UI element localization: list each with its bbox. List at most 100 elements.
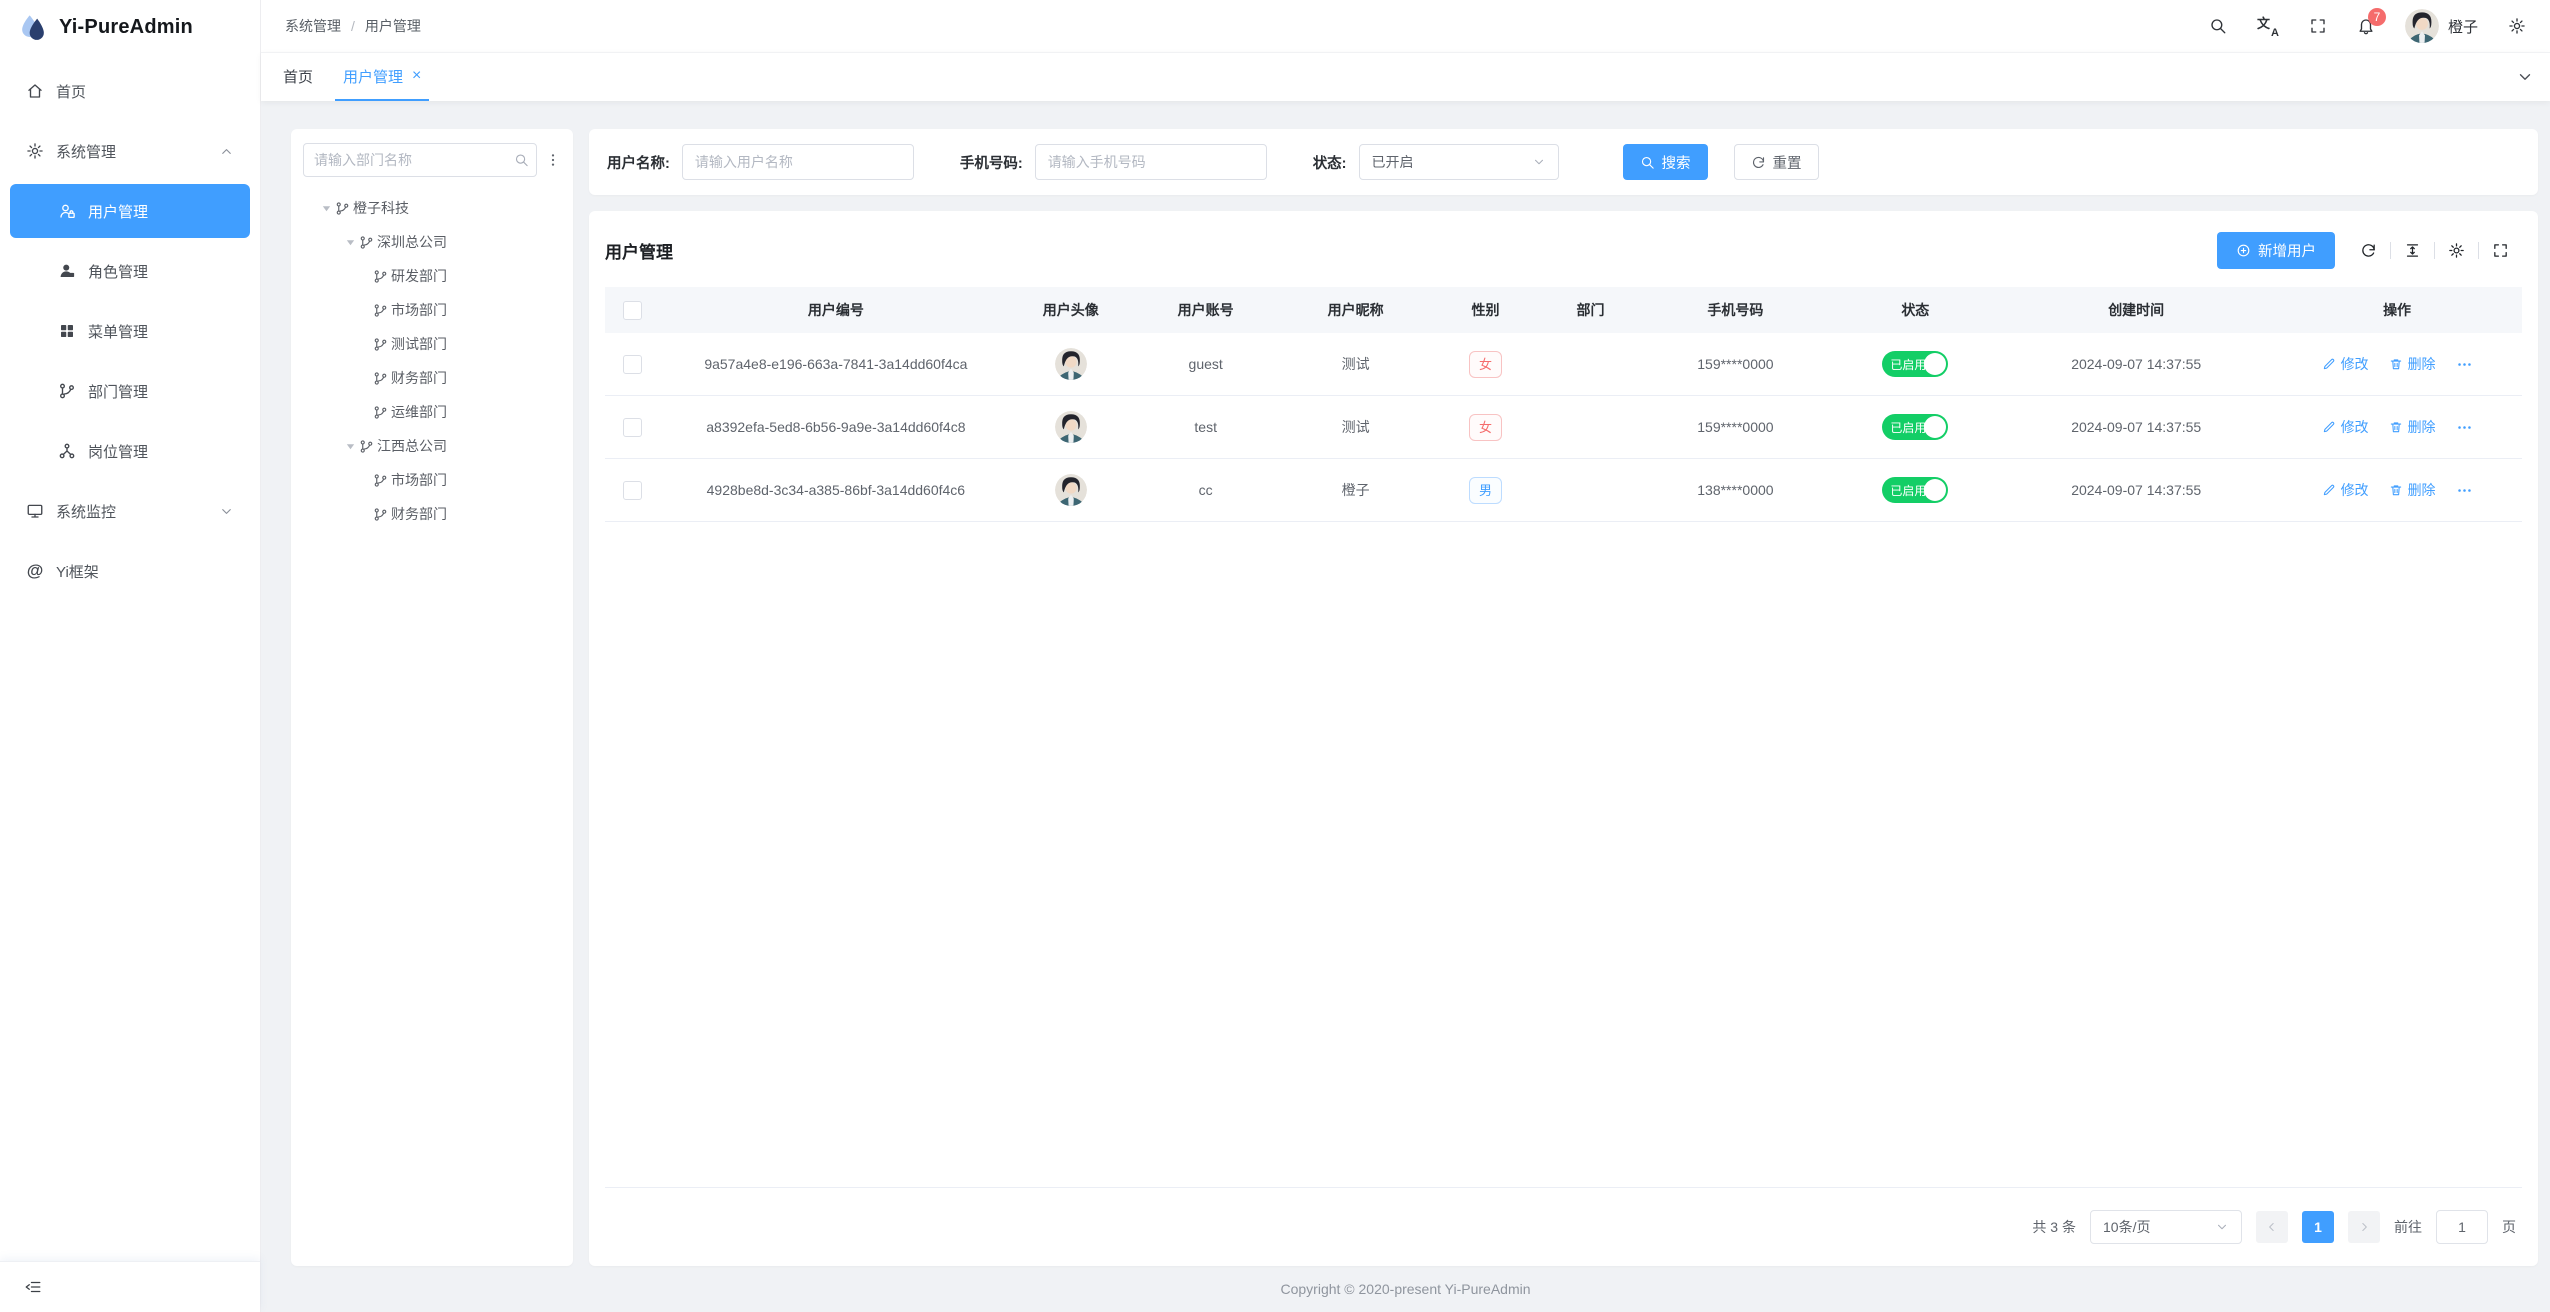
user-lock-icon [58,202,76,220]
column-header-avatar: 用户头像 [1011,300,1131,320]
status-toggle[interactable]: 已启用 [1882,414,1948,440]
page-size-select[interactable]: 10条/页 [2090,1210,2242,1244]
cell-phone: 159****0000 [1640,419,1830,435]
toggle-knob [1924,416,1946,438]
phone-input[interactable] [1035,144,1267,180]
edit-link[interactable]: 修改 [2322,480,2369,500]
tab-home[interactable]: 首页 [275,53,321,101]
refresh-icon [1751,155,1766,170]
sidebar-item-role-management[interactable]: 角色管理 [10,244,250,298]
sidebar-item-label: 首页 [56,81,86,102]
user-avatar [1055,411,1087,443]
caret-down-icon[interactable] [317,199,335,217]
more-actions-button[interactable] [2456,419,2473,436]
status-toggle-label: 已启用 [1890,356,1926,373]
select-all-checkbox[interactable] [623,301,642,320]
cell-phone: 159****0000 [1640,356,1830,372]
reset-button[interactable]: 重置 [1734,144,1819,180]
cell-nickname: 测试 [1281,417,1431,437]
sidebar-item-menu-management[interactable]: 菜单管理 [10,304,250,358]
status-select[interactable]: 已开启 [1359,144,1559,180]
sidebar-item-department-management[interactable]: 部门管理 [10,364,250,418]
row-density-button[interactable] [2390,242,2434,259]
tree-more-button[interactable] [545,152,561,168]
column-settings-button[interactable] [2434,242,2478,259]
tree-node[interactable]: 市场部门 [303,463,561,497]
sidebar-item-label: 菜单管理 [88,321,148,342]
tree-node-label: 江西总公司 [377,436,447,456]
role-user-icon [58,262,76,280]
user-menu[interactable]: 橙子 [2405,9,2478,43]
table-fullscreen-button[interactable] [2478,242,2522,259]
plus-circle-icon [2236,243,2251,258]
cell-created-time: 2024-09-07 14:37:55 [2000,482,2272,498]
delete-link[interactable]: 删除 [2389,354,2436,374]
prev-page-button[interactable] [2256,1211,2288,1243]
status-label: 状态: [1313,152,1347,173]
tree-node[interactable]: 研发部门 [303,259,561,293]
department-icon [373,473,388,488]
row-checkbox[interactable] [623,355,642,374]
tree-node[interactable]: 运维部门 [303,395,561,429]
notifications-button[interactable]: 7 [2357,17,2375,35]
search-button[interactable] [2209,17,2227,35]
more-actions-button[interactable] [2456,482,2473,499]
tree-node[interactable]: 市场部门 [303,293,561,327]
add-user-button[interactable]: 新增用户 [2217,232,2335,269]
row-checkbox[interactable] [623,481,642,500]
department-search-input[interactable] [303,143,537,177]
collapse-sidebar-icon[interactable] [24,1278,42,1296]
refresh-table-button[interactable] [2347,242,2390,259]
settings-button[interactable] [2508,17,2526,35]
sidebar-item-system-management[interactable]: 系统管理 [10,124,250,178]
edit-link[interactable]: 修改 [2322,354,2369,374]
more-actions-button[interactable] [2456,356,2473,373]
page-unit-label: 页 [2502,1217,2516,1237]
status-toggle[interactable]: 已启用 [1882,351,1948,377]
breadcrumb-parent[interactable]: 系统管理 [285,16,341,36]
page-number-button[interactable]: 1 [2302,1211,2334,1243]
sidebar-item-system-monitor[interactable]: 系统监控 [10,484,250,538]
tree-node[interactable]: 江西总公司 [303,429,561,463]
tab-options-button[interactable] [2500,53,2550,101]
status-toggle[interactable]: 已启用 [1882,477,1948,503]
caret-down-icon[interactable] [341,437,359,455]
caret-down-icon[interactable] [341,233,359,251]
close-tab-icon[interactable]: × [412,68,421,84]
tree-node[interactable]: 深圳总公司 [303,225,561,259]
chevron-down-icon [219,504,234,519]
table-header-row: 用户编号 用户头像 用户账号 用户昵称 性别 部门 手机号码 状态 创建时间 操… [605,287,2522,333]
main-area: 系统管理 / 用户管理 文 A 7 橙 [261,0,2550,1312]
delete-link[interactable]: 删除 [2389,417,2436,437]
department-search-wrapper [303,143,537,177]
edit-link[interactable]: 修改 [2322,417,2369,437]
cell-account: test [1131,419,1281,435]
tree-node[interactable]: 测试部门 [303,327,561,361]
tab-user-management[interactable]: 用户管理 × [335,53,429,101]
chevron-down-icon [2215,1220,2229,1234]
tab-label: 用户管理 [343,66,403,87]
branch-icon [58,382,76,400]
filter-username-group: 用户名称: [607,144,914,180]
user-avatar [1055,348,1087,380]
tree-node[interactable]: 财务部门 [303,497,561,531]
next-page-button[interactable] [2348,1211,2380,1243]
cell-created-time: 2024-09-07 14:37:55 [2000,419,2272,435]
sidebar-item-yi-framework[interactable]: @ Yi框架 [10,544,250,598]
search-submit-button[interactable]: 搜索 [1623,144,1708,180]
app-root: Yi-PureAdmin 首页 系统管理 用户管理 角色管理 菜单 [0,0,2550,1312]
tree-node[interactable]: 财务部门 [303,361,561,395]
username-input[interactable] [682,144,914,180]
delete-link[interactable]: 删除 [2389,480,2436,500]
tree-node[interactable]: 橙子科技 [303,191,561,225]
sidebar-item-post-management[interactable]: 岗位管理 [10,424,250,478]
row-checkbox[interactable] [623,418,642,437]
tab-label: 首页 [283,66,313,87]
sidebar-item-home[interactable]: 首页 [10,64,250,118]
fullscreen-button[interactable] [2309,17,2327,35]
sidebar-item-user-management[interactable]: 用户管理 [10,184,250,238]
language-switch-button[interactable]: 文 A [2257,16,2279,36]
goto-page-input[interactable] [2436,1210,2488,1244]
pencil-icon [2322,357,2336,371]
breadcrumb-current: 用户管理 [365,16,421,36]
